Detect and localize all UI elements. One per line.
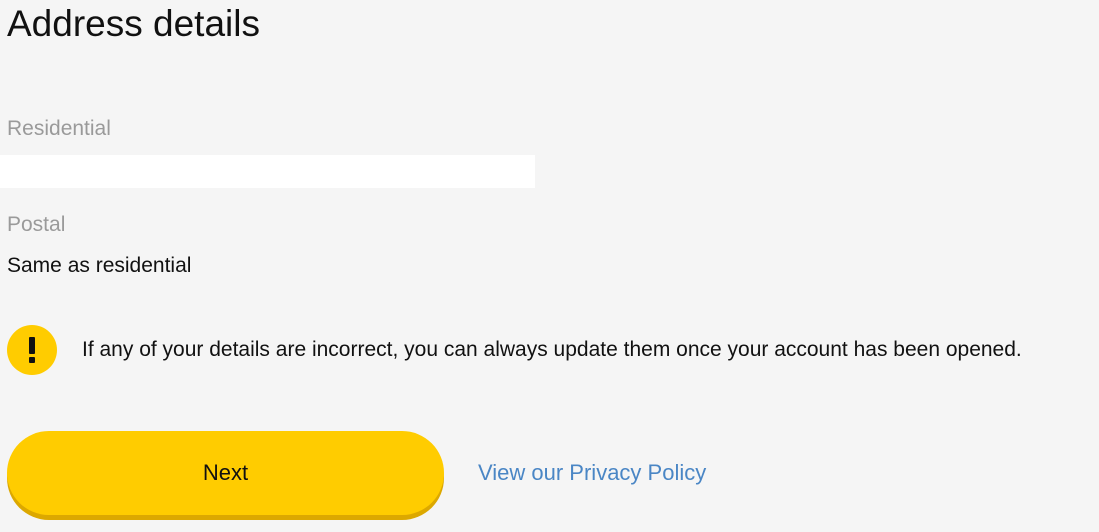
info-notice: If any of your details are incorrect, yo… xyxy=(7,325,1022,375)
notice-text: If any of your details are incorrect, yo… xyxy=(82,338,1022,361)
residential-address-value xyxy=(0,155,535,188)
exclamation-icon xyxy=(7,325,57,375)
next-button[interactable]: Next xyxy=(7,431,444,515)
privacy-policy-link[interactable]: View our Privacy Policy xyxy=(478,460,706,486)
postal-address-value: Same as residential xyxy=(7,254,192,277)
postal-label: Postal xyxy=(7,213,66,236)
page-title: Address details xyxy=(7,3,260,44)
address-details-page: Address details Residential Postal Same … xyxy=(0,0,1099,532)
residential-label: Residential xyxy=(7,117,111,140)
